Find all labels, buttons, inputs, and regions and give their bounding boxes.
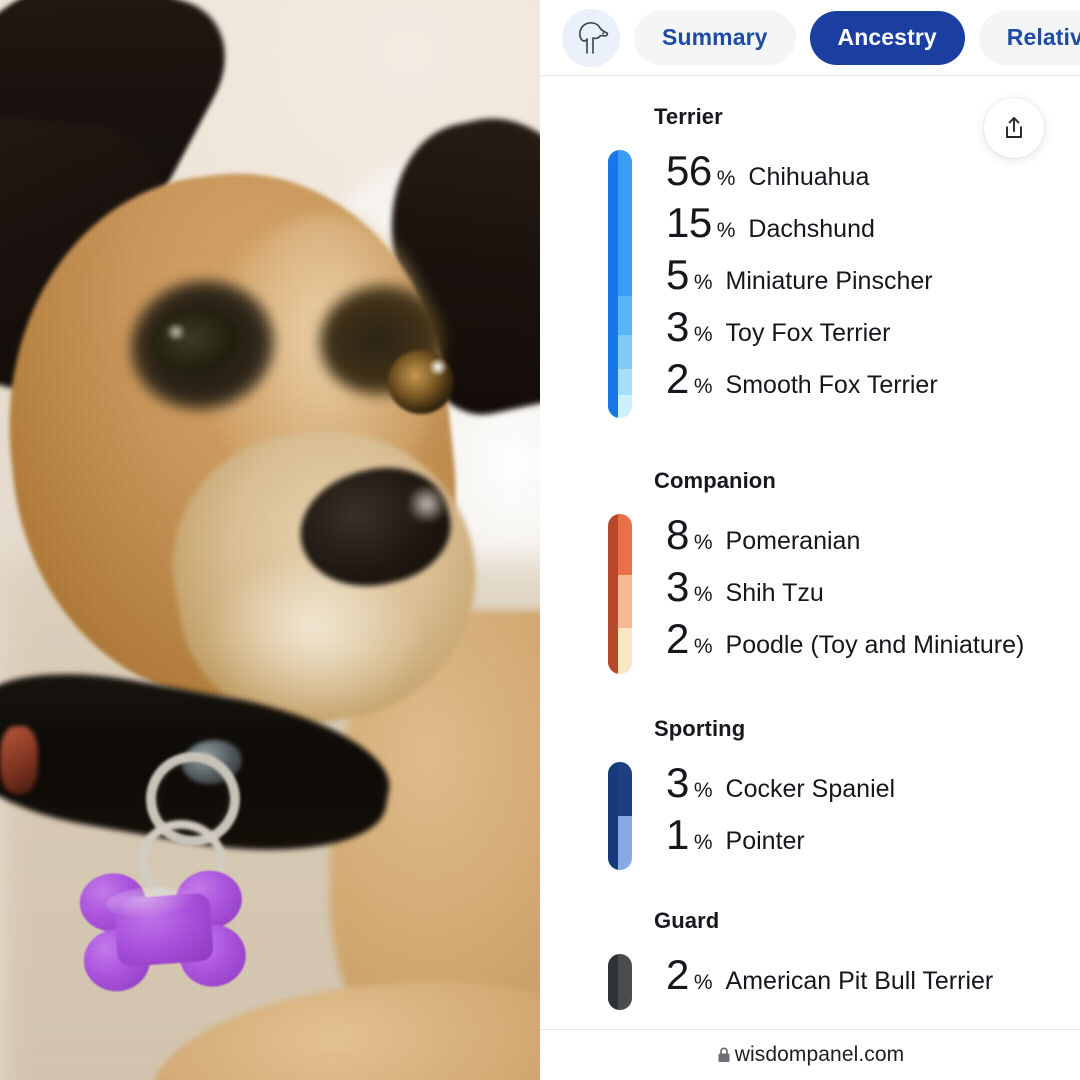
breed-percent: 2: [666, 355, 689, 402]
tab-summary-label: Summary: [662, 24, 768, 50]
photo-stage: [0, 0, 540, 1080]
bone-tag: [77, 863, 249, 1002]
dog-head-icon[interactable]: [562, 8, 620, 67]
breed-row: 3 % Cocker Spaniel: [666, 762, 1050, 814]
group-companion-title: Companion: [654, 468, 776, 493]
breed-row: 5 % Miniature Pinscher: [666, 254, 1050, 306]
breed-percent: 2: [666, 615, 689, 662]
group-terrier-body: 56 % Chihuahua 15 % Dachshund 5 % Miniat…: [608, 150, 1050, 418]
share-icon: [1006, 117, 1022, 138]
browser-footer: wisdompanel.com: [540, 1029, 1080, 1080]
group-sporting-body: 3 % Cocker Spaniel 1 % Pointer: [608, 762, 1050, 870]
breed-percent: 56: [666, 147, 712, 194]
percent-symbol: %: [693, 635, 713, 658]
percent-symbol: %: [716, 219, 736, 242]
lock-icon: [718, 1047, 730, 1062]
breed-row: 2 % Poodle (Toy and Miniature): [666, 618, 1050, 670]
breed-name: Pointer: [725, 827, 805, 855]
breed-row: 1 % Pointer: [666, 814, 1050, 866]
percent-symbol: %: [693, 323, 713, 346]
meter-spine: [608, 150, 618, 418]
group-guard: Guard 2 % American Pit Bull Terrier: [608, 908, 1050, 1010]
meter-spine: [608, 762, 618, 870]
breed-percent: 3: [666, 303, 689, 350]
breed-row: 2 % Smooth Fox Terrier: [666, 358, 1050, 410]
group-companion: Companion 8 % Pomeranian 3 % Shih Tzu 2 …: [608, 468, 1050, 674]
breed-name: Pomeranian: [725, 527, 861, 555]
percent-symbol: %: [693, 583, 713, 606]
percent-symbol: %: [693, 375, 713, 398]
breed-percent: 15: [666, 199, 712, 246]
breed-name: Poodle (Toy and Miniature): [725, 631, 1025, 659]
breed-row: 15 % Dachshund: [666, 202, 1050, 254]
breed-name: Miniature Pinscher: [725, 267, 933, 295]
footer-url[interactable]: wisdompanel.com: [735, 1043, 905, 1067]
breed-row: 3 % Shih Tzu: [666, 566, 1050, 618]
breed-name: Smooth Fox Terrier: [725, 371, 938, 399]
breed-row: 3 % Toy Fox Terrier: [666, 306, 1050, 358]
percent-symbol: %: [716, 167, 736, 190]
breed-percent: 3: [666, 759, 689, 806]
tab-relatives-label: Relatives: [1006, 24, 1080, 50]
tab-ancestry[interactable]: Ancestry: [809, 10, 965, 65]
breed-row: 8 % Pomeranian: [666, 514, 1050, 566]
group-companion-rows: 8 % Pomeranian 3 % Shih Tzu 2 % Poodle (…: [666, 514, 1050, 674]
breed-name: Cocker Spaniel: [725, 775, 896, 803]
group-terrier-rows: 56 % Chihuahua 15 % Dachshund 5 % Miniat…: [666, 150, 1050, 418]
ancestry-content: Terrier 56 % Chihuahua 15 % Dachshund 5 …: [540, 76, 1080, 1010]
breed-name: Chihuahua: [748, 163, 870, 191]
percent-symbol: %: [693, 779, 713, 802]
tab-bar: Summary Ancestry Relatives: [540, 0, 1080, 76]
share-button[interactable]: [984, 98, 1044, 158]
screen: Summary Ancestry Relatives Terrier: [0, 0, 1080, 1080]
breed-percent: 8: [666, 511, 689, 558]
breed-row: 56 % Chihuahua: [666, 150, 1050, 202]
percent-symbol: %: [693, 531, 713, 554]
group-terrier: Terrier 56 % Chihuahua 15 % Dachshund 5 …: [608, 104, 1050, 418]
group-guard-body: 2 % American Pit Bull Terrier: [608, 954, 1050, 1010]
group-guard-meter: [608, 954, 632, 1010]
breed-name: Dachshund: [748, 215, 875, 243]
meter-spine: [608, 514, 618, 674]
tab-summary[interactable]: Summary: [634, 10, 796, 65]
group-guard-rows: 2 % American Pit Bull Terrier: [666, 954, 1050, 1010]
group-sporting: Sporting 3 % Cocker Spaniel 1 % Pointer: [608, 716, 1050, 870]
meter-spine: [608, 954, 618, 1010]
breed-percent: 2: [666, 951, 689, 998]
tab-ancestry-label: Ancestry: [837, 24, 937, 50]
dog-nose-highlight: [404, 486, 450, 522]
group-companion-meter: [608, 514, 632, 674]
dog-eye-left-highlight: [164, 324, 188, 340]
percent-symbol: %: [693, 271, 713, 294]
group-guard-title: Guard: [654, 908, 720, 933]
percent-symbol: %: [693, 831, 713, 854]
ancestry-panel: Summary Ancestry Relatives Terrier: [540, 0, 1080, 1080]
group-sporting-rows: 3 % Cocker Spaniel 1 % Pointer: [666, 762, 1050, 870]
dog-eye-right-highlight: [428, 358, 448, 376]
breed-name: Shih Tzu: [725, 579, 824, 607]
collar-bead-2: [0, 726, 38, 794]
group-terrier-meter: [608, 150, 632, 418]
breed-percent: 1: [666, 811, 689, 858]
group-companion-body: 8 % Pomeranian 3 % Shih Tzu 2 % Poodle (…: [608, 514, 1050, 674]
breed-row: 2 % American Pit Bull Terrier: [666, 954, 1050, 1006]
breed-percent: 5: [666, 251, 689, 298]
group-sporting-title: Sporting: [654, 716, 746, 741]
dog-photo: [0, 0, 540, 1080]
tab-relatives[interactable]: Relatives: [978, 10, 1080, 65]
percent-symbol: %: [693, 971, 713, 994]
breed-name: American Pit Bull Terrier: [725, 967, 994, 995]
breed-percent: 3: [666, 563, 689, 610]
group-sporting-meter: [608, 762, 632, 870]
breed-name: Toy Fox Terrier: [725, 319, 891, 347]
